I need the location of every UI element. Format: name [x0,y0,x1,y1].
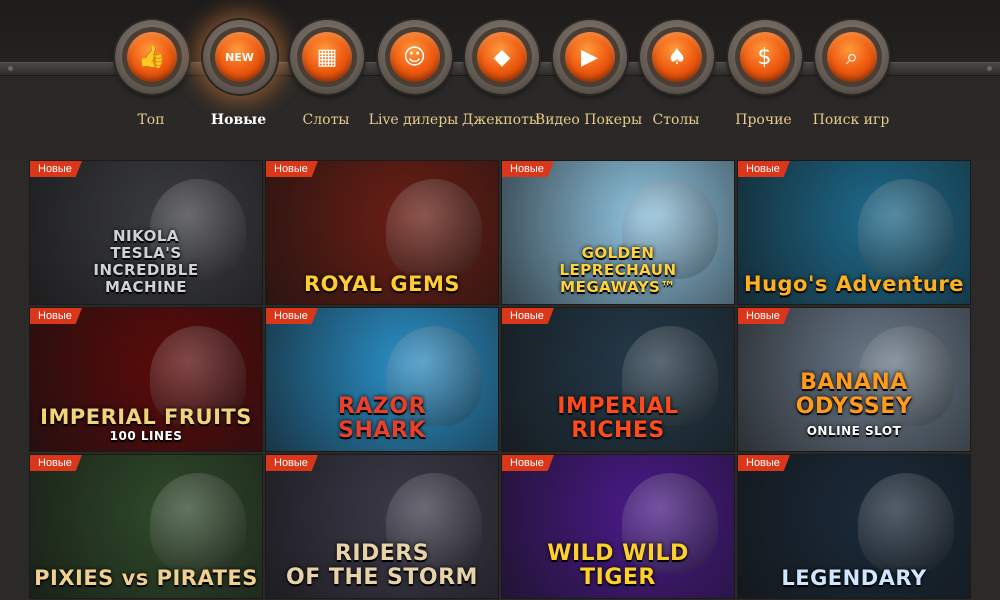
new-badge: Новые [502,455,554,471]
new-badge: Новые [738,308,790,324]
game-tile[interactable]: Новые IMPERIAL RICHES [501,307,735,452]
new-badge: Новые [30,308,82,324]
game-tile[interactable]: Новые RAZOR SHARK [265,307,499,452]
nav-item-0[interactable]: 👍 Топ [107,18,195,138]
game-subtitle: ONLINE SLOT [806,424,902,438]
nav-item-2[interactable]: ▦ Слоты [282,18,370,138]
game-art [150,473,246,573]
game-title-line: MEGAWAYS™ [560,278,676,296]
game-title: LEGENDARY [738,566,970,590]
nav-button-ring: ♠ [640,20,714,94]
game-title-line: MACHINE [105,278,187,296]
game-title-line: LEPRECHAUN [559,261,677,279]
game-title-line: IMPERIAL [557,394,679,419]
game-title: IMPERIAL FRUITS 100 LINES [30,405,262,443]
slot-machine-icon: ▦ [302,32,352,82]
game-title-line: TIGER [580,565,656,590]
game-tile[interactable]: Новые IMPERIAL FRUITS 100 LINES [29,307,263,452]
game-title: RAZOR SHARK [266,395,498,443]
game-title-line: INCREDIBLE [93,261,199,279]
game-title-line: GOLDEN [581,244,655,262]
game-art [858,473,954,573]
nav-item-5[interactable]: ▶ Видео Покеры [535,18,642,138]
game-title-line: SHARK [338,418,426,443]
nav-item-4[interactable]: ◆ Джекпоты [457,18,545,138]
nav-item-7[interactable]: $ Прочие [720,18,808,138]
game-art [858,179,954,279]
game-title-line: RIDERS [334,541,430,566]
nav-item-8[interactable]: ⌕ Поиск игр [807,18,895,138]
nav-button-ring: $ [727,20,802,94]
game-tile[interactable]: Новые LEGENDARY [737,454,971,599]
rivet-decoration [987,66,992,71]
game-title-line: ODYSSEY [795,394,913,419]
game-tile[interactable]: Новые PIXIES vs PIRATES [29,454,263,599]
game-tile[interactable]: Новые BANANA ODYSSEY ONLINE SLOT [737,307,971,452]
new-badge: Новые [30,161,82,177]
game-title-text: PIXIES vs PIRATES [34,566,258,590]
game-title: IMPERIAL RICHES [502,395,734,443]
nav-button-ring: NEW [202,20,277,94]
nav-button-ring: ☺ [377,20,452,94]
game-title: NIKOLA TESLA'S INCREDIBLE MACHINE [30,228,262,296]
dealer-icon: ☺ [389,32,440,82]
nav-item-1[interactable]: NEW Новые [195,18,283,138]
game-tile[interactable]: Новые GOLDEN LEPRECHAUN MEGAWAYS™ [501,160,735,305]
game-tile[interactable]: Новые ROYAL GEMS [265,160,499,305]
game-title-line: RAZOR [337,394,427,419]
nav-label: Поиск игр [812,112,890,128]
game-tile[interactable]: Новые WILD WILD TIGER [501,454,735,599]
nav-item-6[interactable]: ♠ Столы [632,18,720,138]
new-badge: Новые [738,161,790,177]
game-title: RIDERS OF THE STORM [266,542,498,590]
game-title: ROYAL GEMS [266,272,498,296]
game-title-line: OF THE STORM [286,565,478,590]
game-title: GOLDEN LEPRECHAUN MEGAWAYS™ [502,245,734,296]
game-title-text: LEGENDARY [781,566,927,590]
nav-button-ring: ▶ [552,20,627,94]
nav-button-ring: ▦ [290,20,364,94]
games-grid: Новые NIKOLA TESLA'S INCREDIBLE MACHINE Новые… [29,160,973,600]
game-title-line: BANANA [800,370,908,395]
game-title-line: TESLA'S [110,244,182,262]
new-badge: Новые [502,308,554,324]
game-title-line: WILD WILD [547,541,689,566]
game-title-line: RICHES [571,418,665,443]
nav-button-ring: ⌕ [815,20,889,94]
nav-button-ring: ◆ [465,20,539,94]
new-badge: Новые [738,455,790,471]
cards-icon: ♠ [652,32,702,82]
game-subtitle: 100 LINES [109,429,183,443]
game-title-line: NIKOLA [112,227,179,245]
game-title: Hugo's Adventure [738,272,970,296]
game-title-text: ROYAL GEMS [303,272,461,296]
nav-button-ring: 👍 [115,20,189,94]
game-tile[interactable]: Новые NIKOLA TESLA'S INCREDIBLE MACHINE [29,160,263,305]
nav-item-3[interactable]: ☺ Live дилеры [369,18,458,138]
thumbs-up-icon: 👍 [127,32,177,82]
game-tile[interactable]: Новые RIDERS OF THE STORM [265,454,499,599]
new-badge: Новые [266,455,318,471]
new-badge: Новые [266,308,318,324]
game-title: WILD WILD TIGER [502,542,734,590]
new-badge-icon: NEW [214,32,265,82]
search-icon: ⌕ [827,32,877,82]
new-badge: Новые [502,161,554,177]
rivet-decoration [8,66,13,71]
game-title-text: IMPERIAL FRUITS [40,405,252,429]
game-title-text: Hugo's Adventure [744,272,964,296]
game-title: PIXIES vs PIRATES [30,566,262,590]
diamond-icon: ◆ [477,32,527,82]
video-icon: ▶ [564,32,615,82]
game-tile[interactable]: Новые Hugo's Adventure [737,160,971,305]
game-title: BANANA ODYSSEY ONLINE SLOT [738,371,970,443]
new-badge: Новые [30,455,82,471]
money-bag-icon: $ [739,32,790,82]
new-badge: Новые [266,161,318,177]
game-art [386,179,482,279]
category-nav: 👍 Топ NEW Новые ▦ Слоты ☺ Live дилеры ◆ Джекпоты ▶… [107,18,897,138]
